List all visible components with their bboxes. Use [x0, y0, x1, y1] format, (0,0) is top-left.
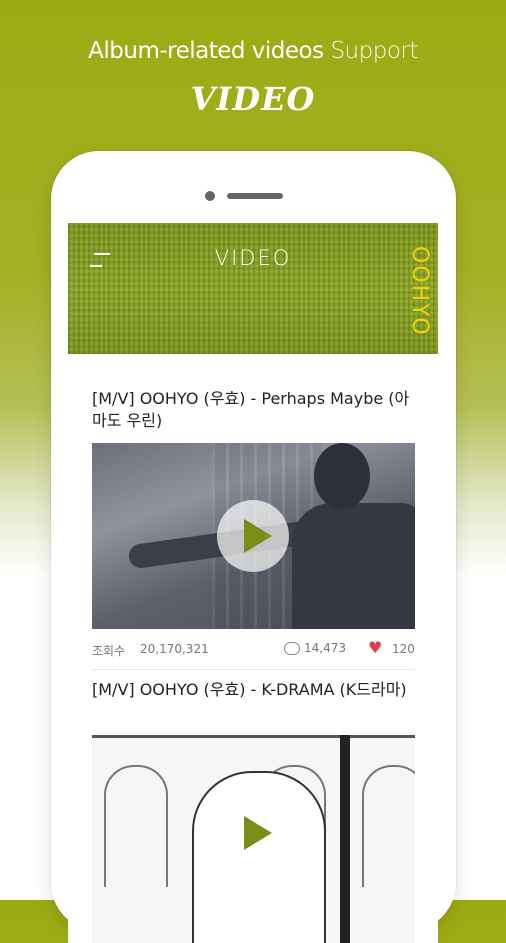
comment-icon[interactable]	[284, 642, 300, 655]
app-screen: VIDEO OOHYO [M/V] OOHYO (우효) - Perhaps M…	[68, 223, 438, 943]
heart-icon[interactable]: ♥	[368, 638, 382, 657]
views-count: 20,170,321	[140, 642, 209, 656]
brand-logo: OOHYO	[407, 245, 432, 337]
video-title[interactable]: [M/V] OOHYO (우효) - K-DRAMA (K드라마)	[92, 679, 422, 701]
phone-frame: VIDEO OOHYO [M/V] OOHYO (우효) - Perhaps M…	[51, 151, 456, 943]
likes-count: 120	[392, 642, 415, 656]
headline-text-light: Support	[330, 38, 418, 64]
views-label: 조회수	[92, 644, 126, 658]
video-thumbnail[interactable]	[92, 443, 415, 629]
headline-text: Album-related videos	[88, 38, 324, 64]
comments-count: 14,473	[304, 641, 346, 655]
video-title[interactable]: [M/V] OOHYO (우효) - Perhaps Maybe (아마도 우린…	[92, 388, 422, 432]
camera-icon	[205, 191, 215, 201]
play-icon[interactable]	[217, 797, 289, 869]
app-header: VIDEO OOHYO	[68, 223, 438, 354]
speaker-grill	[227, 193, 283, 199]
video-stats: 조회수 20,170,321 14,473 ♥ 120	[92, 638, 415, 660]
divider	[92, 669, 415, 670]
promo-subhead: VIDEO	[190, 80, 316, 118]
promo-headline: Album-related videos Support	[0, 38, 506, 64]
play-icon[interactable]	[217, 500, 289, 572]
video-thumbnail[interactable]	[92, 735, 415, 943]
page-title: VIDEO	[214, 246, 292, 270]
